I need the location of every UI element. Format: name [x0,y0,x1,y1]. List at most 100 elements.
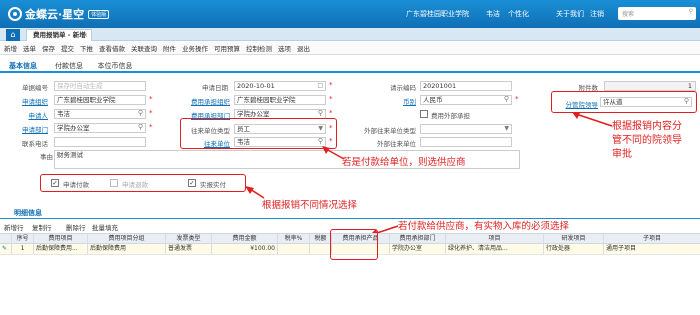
col-project[interactable]: 项目 [446,234,544,243]
detail-batch-fill[interactable]: 批量填充 [92,222,118,232]
leader-value: 许从道 [603,98,623,106]
leader-field[interactable]: 许从道 ⚲ [600,97,692,107]
contact-unit-field[interactable]: 韦洁 ⚲ [234,137,326,147]
search-icon[interactable]: ⚲ [689,8,693,15]
toolbar-save[interactable]: 保存 [42,43,55,53]
expense-org-label[interactable]: 费用承担组织 [178,96,230,106]
tab-local-currency-info[interactable]: 本位币信息 [92,59,138,71]
toolbar-options[interactable]: 选项 [278,43,291,53]
logo-icon [8,7,22,21]
apply-dept-value: 学院办公室 [57,124,90,132]
cell-expense-item[interactable]: 后勤保障费用... [34,244,88,254]
search-icon[interactable]: ⚲ [318,110,323,117]
currency-label[interactable]: 币别 [360,96,416,106]
search-icon[interactable]: ⚲ [318,138,323,145]
bill-no-label: 单据编号 [22,84,48,92]
cell-sub-project[interactable]: 通用子项目 [604,244,700,254]
applicant-field[interactable]: 韦洁 ⚲ [54,109,146,119]
logout-link[interactable]: 注销 [590,9,604,19]
apply-org-label[interactable]: 申请组织 [8,96,48,106]
detail-copy-row[interactable]: 复制行 [32,222,52,232]
apply-payment-checkbox[interactable]: ✓ [51,179,59,187]
col-tax-rate[interactable]: 税率% [278,234,310,243]
tab-payment-info[interactable]: 付款信息 [46,59,92,71]
apply-return-checkbox[interactable] [110,179,118,187]
apply-dept-label[interactable]: 申请部门 [8,124,48,134]
col-expense-item[interactable]: 费用项目 [34,234,88,243]
contact-type-select[interactable]: 员工 ▼ [234,124,326,134]
toolbar-submit[interactable]: 提交 [61,43,74,53]
col-sub-project[interactable]: 子项目 [604,234,700,243]
expense-org-field[interactable]: 广东碧桂园职业学院 [234,95,326,105]
org-switcher[interactable]: 广东碧桂园职业学院 [406,9,469,19]
apply-date-field[interactable]: 2020-10-01 □ [234,81,326,91]
row-edit-icon[interactable]: ✎ [0,244,12,254]
budget-project-field[interactable]: 20201001 [420,81,512,91]
personalize-menu[interactable]: 个性化 [508,9,529,19]
cell-expense-group[interactable]: 后勤保障费用 [88,244,166,254]
external-expense-checkbox[interactable] [420,110,428,118]
col-seq[interactable]: 序号 [12,234,34,243]
supplier-annotation: 若是付款给单位，则选供应商 [342,157,466,168]
cell-rd-project[interactable]: 行政处器 [544,244,604,254]
col-rd-project[interactable]: 研发项目 [544,234,604,243]
applicant-label[interactable]: 申请人 [8,110,49,120]
contact-unit-label[interactable]: 往来单位 [178,138,230,148]
tab-expense-bill[interactable]: 费用报销单 - 新增 × [26,29,92,41]
external-contact-field[interactable] [420,137,512,147]
cell-amount[interactable]: ¥100.00 [212,244,278,254]
col-expense-group[interactable]: 费用项目分组 [88,234,166,243]
toolbar-related-query[interactable]: 关联查询 [131,43,157,53]
chevron-down-icon[interactable]: ▼ [318,125,323,133]
cell-invoice-type[interactable]: 普通发票 [166,244,212,254]
col-amount[interactable]: 费用金额 [212,234,278,243]
search-icon[interactable]: ⚲ [504,96,509,103]
detail-title[interactable]: 明细信息 [14,208,42,218]
col-expense-dept[interactable]: 费用承担部门 [390,234,446,243]
section-tabs: 基本信息 付款信息 本位币信息 [0,59,700,73]
cell-tax[interactable] [310,244,332,254]
calendar-icon[interactable]: □ [317,82,323,90]
chevron-down-icon[interactable]: ▼ [504,125,509,133]
toolbar-available-budget[interactable]: 可用预算 [214,43,240,53]
col-invoice-type[interactable]: 发票类型 [166,234,212,243]
about-menu[interactable]: 关于我们 [556,9,584,19]
cell-seq: 1 [12,244,34,254]
apply-org-field[interactable]: 广东碧桂园职业学院 [54,95,146,105]
required-marker: * [329,109,333,117]
toolbar-new[interactable]: 新增 [4,43,17,53]
tab-basic-info[interactable]: 基本信息 [0,59,46,71]
inventory-annotation: 若付款给供应商，有实物入库的必须选择 [398,221,570,232]
close-icon[interactable]: × [83,30,88,41]
col-tax[interactable]: 税额 [310,234,332,243]
home-icon[interactable]: ⌂ [6,29,20,41]
leader-label[interactable]: 分管院领导 [556,99,599,109]
cell-tax-rate[interactable] [278,244,310,254]
cell-project[interactable]: 绿化养护、清洁用品... [446,244,544,254]
phone-field[interactable] [54,137,146,147]
actual-pay-checkbox[interactable]: ✓ [188,179,196,187]
detail-add-row[interactable]: 新增行 [4,222,24,232]
apply-dept-field[interactable]: 学院办公室 ⚲ [54,123,146,133]
toolbar-view-loan[interactable]: 查看借款 [99,43,125,53]
toolbar-exit[interactable]: 退出 [297,43,310,53]
app-logo[interactable]: 金蝶云·星空 体验版 [8,5,110,23]
toolbar-control-check[interactable]: 控制检测 [246,43,272,53]
global-search-input[interactable]: 搜索 ⚲ [618,7,696,20]
search-icon[interactable]: ⚲ [138,110,143,117]
bill-no-field[interactable]: 保存时自动生成 [54,81,146,91]
situation-arrow [245,186,265,199]
cell-expense-dept[interactable]: 学院办公室 [390,244,446,254]
toolbar-select[interactable]: 选单 [23,43,36,53]
toolbar-attachment[interactable]: 附件 [163,43,176,53]
apply-return-label: 申请退款 [122,181,148,189]
contact-type-value: 员工 [237,125,250,133]
external-contact-type-select[interactable]: ▼ [420,124,512,134]
detail-delete-row[interactable]: 删除行 [66,222,86,232]
toolbar-push-down[interactable]: 下推 [80,43,93,53]
toolbar-business-ops[interactable]: 业务操作 [182,43,208,53]
user-menu[interactable]: 韦洁 [486,9,500,19]
search-icon[interactable]: ⚲ [138,124,143,131]
search-icon[interactable]: ⚲ [684,98,689,105]
currency-field[interactable]: 人民币 ⚲ [420,95,512,105]
